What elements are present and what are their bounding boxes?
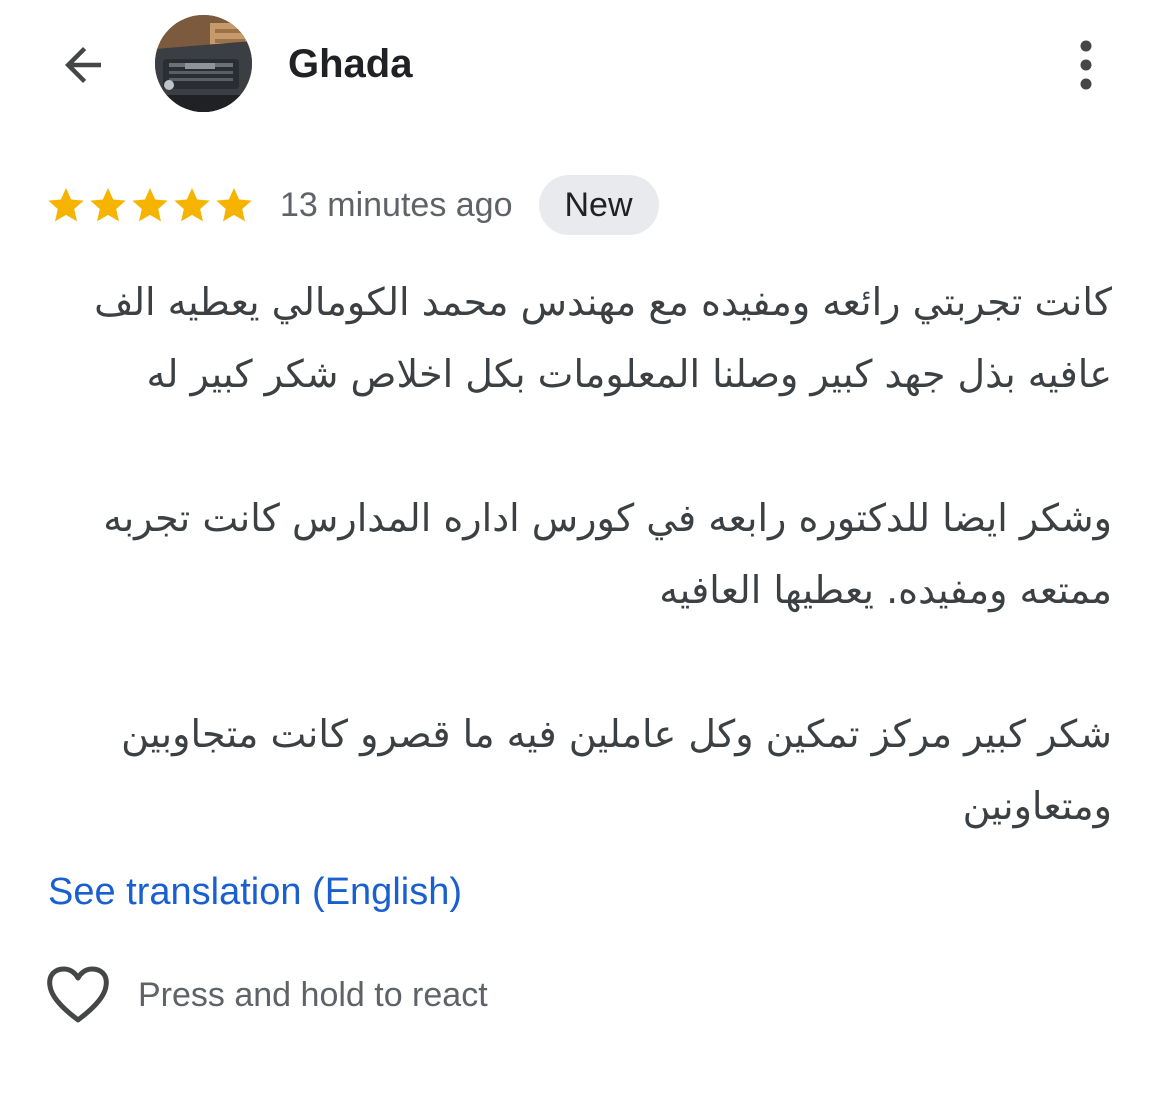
review-body: كانت تجربتي رائعه ومفيده مع مهندس محمد ا… (46, 266, 1112, 842)
review-paragraph-text: كانت تجربتي رائعه ومفيده مع مهندس محمد ا… (94, 280, 1112, 396)
review-paragraph: كانت تجربتي رائعه ومفيده مع مهندس محمد ا… (46, 266, 1112, 410)
star-rating (46, 185, 254, 225)
more-options-button[interactable] (1062, 32, 1110, 98)
star-icon (174, 188, 210, 222)
avatar[interactable] (155, 15, 252, 112)
see-translation-link[interactable]: See translation (English) (48, 868, 462, 916)
review-paragraph: وشكر ايضا للدكتوره رابعه في كورس اداره ا… (46, 482, 1112, 626)
more-vertical-icon (1080, 40, 1092, 90)
heart-outline-icon (47, 966, 109, 1023)
star-icon (48, 188, 84, 222)
review-paragraph-text: شكر كبير مركز تمكين وكل عاملين فيه ما قص… (121, 712, 1112, 828)
star-icon (90, 188, 126, 222)
reaction-row: Press and hold to react (46, 960, 488, 1030)
star-icon (132, 188, 168, 222)
review-timestamp: 13 minutes ago (280, 185, 513, 224)
review-paragraph-text: وشكر ايضا للدكتوره رابعه في كورس اداره ا… (103, 496, 1112, 612)
back-button[interactable] (50, 32, 116, 98)
star-icon (216, 188, 252, 222)
reviewer-name[interactable]: Ghada (288, 40, 412, 88)
avatar-image (155, 15, 252, 112)
review-paragraph: شكر كبير مركز تمكين وكل عاملين فيه ما قص… (46, 698, 1112, 842)
review-meta: 13 minutes ago New (46, 174, 659, 236)
react-button[interactable] (46, 963, 110, 1027)
arrow-left-icon (65, 47, 101, 83)
review-header: Ghada (0, 0, 1170, 130)
new-badge: New (538, 175, 659, 235)
react-hint: Press and hold to react (138, 975, 488, 1014)
